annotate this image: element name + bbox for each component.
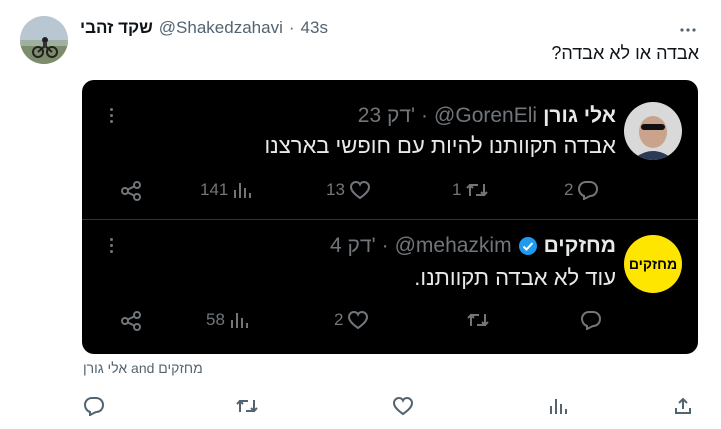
reply-icon (578, 181, 599, 200)
quote-header-1: אלי גורן @GorenEli · 23 דק' (358, 104, 616, 128)
more-options-button[interactable] (672, 14, 704, 46)
share-icon (121, 311, 141, 331)
more-icon (110, 238, 113, 241)
share-button[interactable] (120, 310, 142, 332)
share-button[interactable] (120, 180, 142, 202)
quote-author-handle[interactable]: @GorenEli (434, 104, 537, 128)
quote-avatar-mehazkim[interactable]: מחזקים (624, 235, 682, 293)
author-avatar[interactable] (20, 16, 68, 64)
quote-divider (82, 219, 698, 220)
share-icon (121, 181, 141, 201)
like-button[interactable]: 2 (334, 310, 369, 330)
liked-by-label[interactable]: אלי גורן and מחזקים (83, 360, 203, 376)
like-count: 2 (334, 310, 344, 329)
header-separator: · (288, 18, 295, 37)
more-icon (110, 108, 113, 111)
views-button[interactable]: 141 (200, 180, 252, 200)
quote-more-button[interactable] (110, 238, 113, 253)
quote-more-button[interactable] (110, 108, 113, 123)
retweet-icon (467, 313, 489, 327)
retweet-icon (466, 183, 489, 197)
tweet-text: אבדה או לא אבדה? (551, 43, 699, 63)
views-icon (234, 183, 252, 198)
author-handle[interactable]: @Shakedzahavi (159, 18, 283, 38)
quote-author-name[interactable]: מחזקים (544, 234, 616, 258)
quote-header-2: מחזקים @mehazkim · 4 דק' (330, 234, 616, 258)
views-count: 141 (200, 180, 229, 199)
quote-text: עוד לא אבדה תקוותנו. (414, 265, 616, 290)
retweet-button[interactable] (234, 393, 260, 419)
reply-icon (83, 397, 105, 416)
quote-author-handle[interactable]: @mehazkim (395, 234, 512, 258)
retweet-button[interactable]: 1 (452, 180, 489, 200)
retweet-button[interactable] (466, 310, 490, 330)
retweet-icon (236, 399, 258, 413)
reply-button[interactable]: 2 (564, 180, 599, 200)
share-button[interactable] (670, 393, 696, 419)
quote-time[interactable]: 4 דק' (330, 234, 376, 258)
tweet-header: שקד זהבי @Shakedzahavi · 43s (80, 16, 328, 40)
quote-avatar-gorenel[interactable] (624, 102, 682, 160)
quote-time[interactable]: 23 דק' (358, 104, 415, 128)
like-icon (349, 180, 370, 200)
like-icon (348, 310, 369, 330)
author-name[interactable]: שקד זהבי (80, 18, 153, 38)
like-count: 13 (326, 180, 345, 199)
reply-button[interactable] (81, 393, 107, 419)
retweet-count: 1 (452, 180, 462, 199)
like-icon (392, 396, 414, 416)
like-button[interactable]: 13 (326, 180, 371, 200)
quote-author-name[interactable]: אלי גורן (543, 104, 616, 128)
views-icon (550, 399, 567, 414)
views-count: 58 (206, 310, 225, 329)
reply-button[interactable] (580, 310, 602, 330)
embedded-quote-card[interactable]: אלי גורן @GorenEli · 23 דק' אבדה תקוותנו… (82, 80, 698, 354)
quote-separator: · (381, 234, 389, 257)
quote-separator: · (421, 104, 429, 127)
views-button[interactable] (545, 393, 571, 419)
quote-text: אבדה תקוותנו להיות עם חופשי בארצנו (264, 133, 616, 158)
mehazkim-logo-text: מחזקים (628, 256, 678, 272)
share-upload-icon (675, 397, 691, 414)
more-icon (680, 28, 696, 32)
views-icon (230, 313, 248, 328)
reply-icon (580, 311, 602, 330)
reply-count: 2 (564, 180, 574, 199)
like-button[interactable] (390, 393, 416, 419)
verified-badge-icon (518, 237, 537, 255)
tweet-time[interactable]: 43s (301, 18, 328, 38)
views-button[interactable]: 58 (206, 310, 249, 330)
